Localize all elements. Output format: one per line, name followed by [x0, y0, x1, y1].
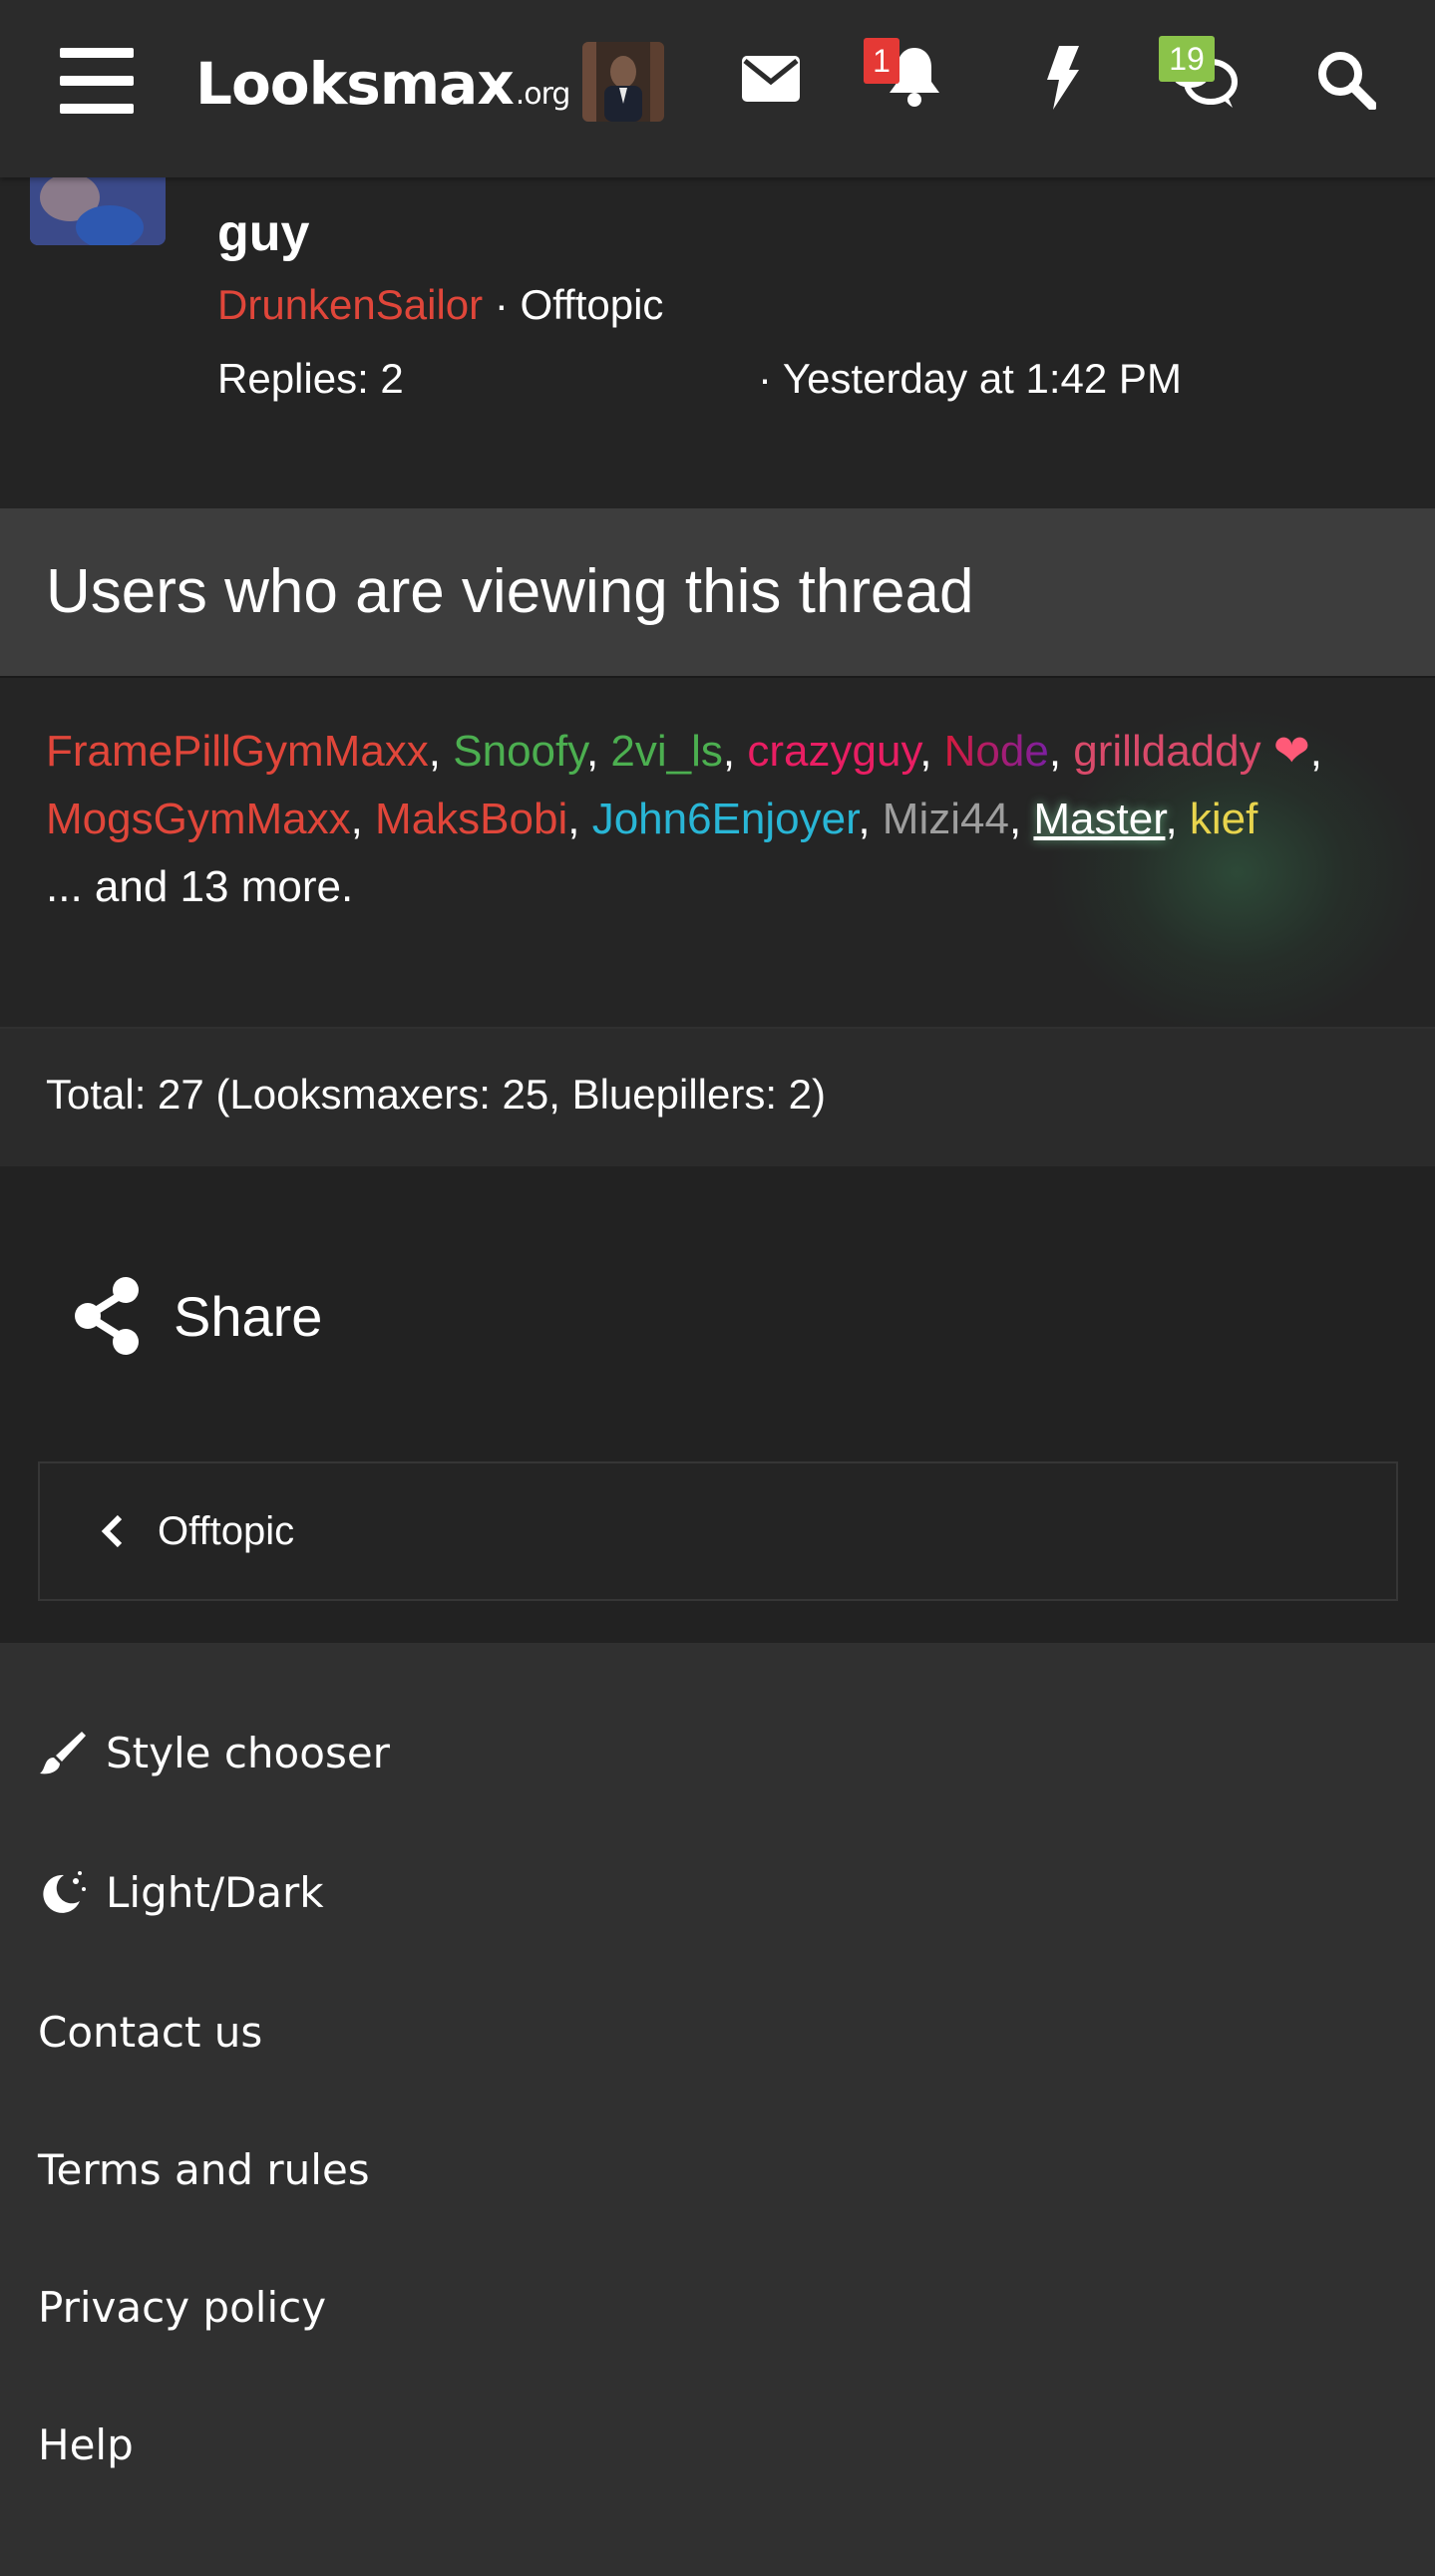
style-chooser-link[interactable]: Style chooser	[38, 1729, 390, 1777]
search-icon[interactable]	[1316, 50, 1376, 110]
bolt-icon[interactable]	[1043, 46, 1081, 110]
separator-dot: ·	[494, 281, 521, 328]
last-post-date-text: Yesterday at 1:42 PM	[782, 355, 1182, 402]
viewing-users-list: FramePillGymMaxx, Snoofy, 2vi_ls, crazyg…	[0, 678, 1435, 1029]
user-link[interactable]: 2vi_ls	[610, 727, 723, 776]
site-logo[interactable]: Looksmax.org	[195, 44, 571, 135]
heart-icon: ❤	[1260, 727, 1310, 776]
terms-link[interactable]: Terms and rules	[38, 2145, 370, 2194]
thread-last-post-date[interactable]: · Yesterday at 1:42 PM	[758, 355, 1182, 403]
viewing-users-heading: Users who are viewing this thread	[46, 557, 974, 626]
share-icon	[75, 1277, 139, 1355]
user-link[interactable]: grilldaddy	[1073, 727, 1260, 776]
back-link-label: Offtopic	[158, 1508, 295, 1553]
light-dark-label: Light/Dark	[106, 1868, 324, 1917]
logo-tld: .org	[515, 77, 571, 112]
user-links: FramePillGymMaxx, Snoofy, 2vi_ls, crazyg…	[46, 718, 1412, 921]
thread-author-avatar[interactable]	[30, 177, 166, 245]
share-section: Share Offtopic	[0, 1166, 1435, 1643]
contact-us-link[interactable]: Contact us	[38, 2008, 262, 2057]
chevron-left-icon	[101, 1514, 123, 1548]
share-label: Share	[174, 1284, 323, 1348]
avatar[interactable]	[582, 42, 664, 122]
user-link[interactable]: FramePillGymMaxx	[46, 727, 429, 776]
share-button[interactable]: Share	[70, 1266, 322, 1366]
thread-forum-link[interactable]: Offtopic	[520, 281, 663, 328]
menu-icon[interactable]	[60, 48, 134, 114]
paintbrush-icon	[40, 1731, 86, 1773]
user-link[interactable]: Master	[1033, 795, 1165, 843]
conversations-badge: 19	[1159, 36, 1215, 82]
light-dark-toggle[interactable]: Light/Dark	[38, 1868, 324, 1917]
style-chooser-label: Style chooser	[106, 1729, 390, 1777]
back-to-forum-link[interactable]: Offtopic	[38, 1461, 1398, 1601]
user-link[interactable]: MaksBobi	[375, 795, 567, 843]
separator-dot: ·	[758, 355, 783, 402]
privacy-policy-link[interactable]: Privacy policy	[38, 2283, 326, 2332]
thread-replies: Replies: 2	[217, 355, 404, 402]
site-footer: Style chooser Light/Dark Contact us Term…	[0, 1643, 1435, 2576]
user-link[interactable]: crazyguy	[747, 727, 919, 776]
viewing-total-text: Total: 27 (Looksmaxers: 25, Bluepillers:…	[46, 1071, 827, 1118]
thread-meta: DrunkenSailor · Offtopic	[217, 281, 663, 329]
viewing-total-row: Total: 27 (Looksmaxers: 25, Bluepillers:…	[0, 1029, 1435, 1166]
top-navigation-bar: Looksmax.org 1 19	[0, 0, 1435, 177]
thread-title[interactable]: guy	[217, 203, 309, 263]
logo-text: Looksmax	[195, 50, 515, 118]
envelope-icon[interactable]	[742, 56, 800, 102]
user-link[interactable]: Mizi44	[883, 795, 1009, 843]
viewing-users-header: Users who are viewing this thread	[0, 508, 1435, 678]
notifications-badge: 1	[864, 38, 899, 84]
user-link[interactable]: Snoofy	[453, 727, 586, 776]
user-link[interactable]: MogsGymMaxx	[46, 795, 351, 843]
user-link[interactable]: Node	[944, 727, 1049, 776]
thread-author-link[interactable]: DrunkenSailor	[217, 281, 483, 328]
moon-icon	[43, 1870, 86, 1913]
thread-list-item[interactable]: guy DrunkenSailor · Offtopic Replies: 2 …	[0, 177, 1435, 508]
user-link[interactable]: kief	[1190, 795, 1257, 843]
more-users-text: ... and 13 more.	[46, 862, 354, 911]
help-link[interactable]: Help	[38, 2420, 134, 2469]
user-link[interactable]: John6Enjoyer	[592, 795, 859, 843]
